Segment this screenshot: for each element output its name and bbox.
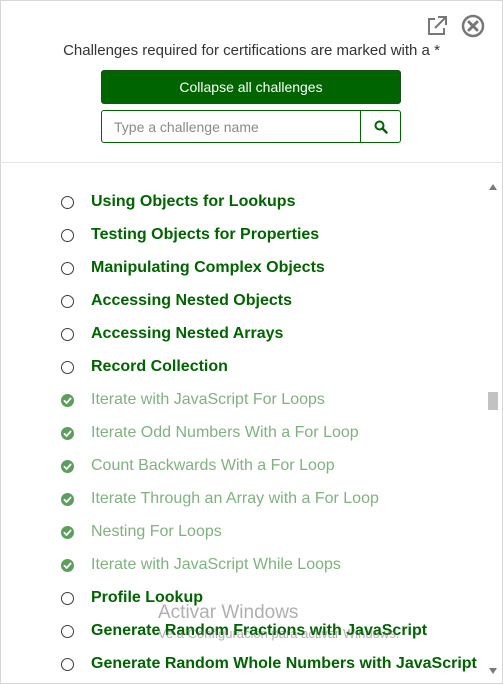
check-circle-icon: [61, 394, 74, 407]
check-circle-icon: [61, 460, 74, 473]
empty-circle-icon: [61, 592, 74, 605]
challenge-item[interactable]: Generate Random Fractions with JavaScrip…: [0, 615, 485, 648]
panel-actions: [425, 14, 485, 38]
check-circle-icon: [61, 493, 74, 506]
scroll-thumb[interactable]: [488, 392, 498, 410]
challenge-item[interactable]: Accessing Nested Objects: [0, 285, 485, 318]
challenge-item[interactable]: Nesting For Loops: [0, 516, 485, 549]
check-circle-icon: [61, 559, 74, 572]
collapse-all-button[interactable]: Collapse all challenges: [101, 70, 401, 104]
search-icon: [374, 120, 388, 134]
challenge-title[interactable]: Iterate Through an Array with a For Loop: [91, 490, 379, 508]
check-circle-icon: [61, 526, 74, 539]
empty-circle-icon: [61, 229, 74, 242]
challenge-title[interactable]: Testing Objects for Properties: [91, 226, 319, 244]
challenge-title[interactable]: Using Objects for Lookups: [91, 193, 295, 211]
challenge-title[interactable]: Generate Random Fractions with JavaScrip…: [91, 622, 427, 640]
challenge-title[interactable]: Accessing Nested Objects: [91, 292, 292, 310]
empty-circle-icon: [61, 328, 74, 341]
challenge-title[interactable]: Iterate with JavaScript While Loops: [91, 556, 341, 574]
challenge-title[interactable]: Count Backwards With a For Loop: [91, 457, 335, 475]
challenge-item[interactable]: Iterate Odd Numbers With a For Loop: [0, 417, 485, 450]
certification-note: Challenges required for certifications a…: [63, 42, 440, 59]
scroll-up-arrow-icon[interactable]: [489, 184, 497, 190]
challenge-title[interactable]: Iterate with JavaScript For Loops: [91, 391, 325, 409]
challenge-item[interactable]: Manipulating Complex Objects: [0, 252, 485, 285]
search-input[interactable]: [102, 111, 360, 142]
close-icon[interactable]: [461, 14, 485, 38]
scrollbar[interactable]: [487, 184, 499, 680]
check-circle-icon: [61, 427, 74, 440]
challenge-item[interactable]: Profile Lookup: [0, 582, 485, 615]
divider: [0, 162, 503, 163]
challenge-item[interactable]: Record Collection: [0, 351, 485, 384]
scroll-down-arrow-icon[interactable]: [489, 668, 497, 674]
challenge-item[interactable]: Iterate with JavaScript While Loops: [0, 549, 485, 582]
challenge-title[interactable]: Manipulating Complex Objects: [91, 259, 325, 277]
challenge-title[interactable]: Nesting For Loops: [91, 523, 222, 541]
empty-circle-icon: [61, 262, 74, 275]
empty-circle-icon: [61, 361, 74, 374]
empty-circle-icon: [61, 196, 74, 209]
challenge-title[interactable]: Generate Random Whole Numbers with JavaS…: [91, 655, 477, 673]
challenge-item[interactable]: Generate Random Whole Numbers with JavaS…: [0, 648, 485, 681]
challenge-item[interactable]: Using Objects for Lookups: [0, 186, 485, 219]
challenge-item[interactable]: Iterate with JavaScript For Loops: [0, 384, 485, 417]
search-button[interactable]: [360, 111, 400, 142]
challenge-list: Using Objects for Lookups Testing Objects…: [0, 186, 485, 681]
empty-circle-icon: [61, 658, 74, 671]
external-link-icon[interactable]: [425, 14, 449, 38]
challenge-title[interactable]: Accessing Nested Arrays: [91, 325, 283, 343]
empty-circle-icon: [61, 295, 74, 308]
challenge-title[interactable]: Record Collection: [91, 358, 228, 376]
challenge-item[interactable]: Accessing Nested Arrays: [0, 318, 485, 351]
challenge-title[interactable]: Iterate Odd Numbers With a For Loop: [91, 424, 359, 442]
challenge-item[interactable]: Iterate Through an Array with a For Loop: [0, 483, 485, 516]
challenge-item[interactable]: Testing Objects for Properties: [0, 219, 485, 252]
challenge-title[interactable]: Profile Lookup: [91, 589, 203, 607]
challenge-search: [101, 110, 401, 143]
challenge-item[interactable]: Count Backwards With a For Loop: [0, 450, 485, 483]
empty-circle-icon: [61, 625, 74, 638]
